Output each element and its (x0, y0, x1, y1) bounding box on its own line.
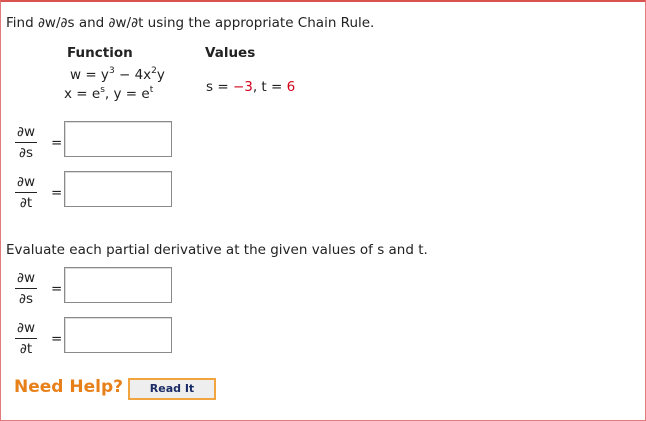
evaluate-instruction: Evaluate each partial derivative at the … (6, 242, 428, 258)
values-header: Values (205, 45, 256, 61)
fraction-dw-dt-1: ∂w ∂t (15, 174, 37, 211)
fraction-dw-ds-1: ∂w ∂s (15, 124, 37, 161)
question-frame (0, 0, 646, 421)
fraction-dw-ds-2: ∂w ∂s (15, 270, 37, 307)
answer-input-dw-dt[interactable] (64, 171, 172, 207)
answer-input-dw-dt-value[interactable] (64, 317, 172, 353)
function-line-xy: x = es, y = et (64, 85, 154, 102)
equals-sign: = (51, 281, 63, 297)
answer-input-dw-ds[interactable] (64, 121, 172, 157)
fraction-dw-dt-2: ∂w ∂t (15, 320, 37, 357)
read-it-button[interactable]: Read It (128, 378, 216, 400)
equals-sign: = (51, 135, 63, 151)
question-text: Find ∂w/∂s and ∂w/∂t using the appropria… (6, 15, 375, 31)
equals-sign: = (51, 331, 63, 347)
answer-input-dw-ds-value[interactable] (64, 267, 172, 303)
equals-sign: = (51, 185, 63, 201)
function-header: Function (67, 45, 133, 61)
given-values: s = −3, t = 6 (206, 79, 296, 95)
function-line-w: w = y3 − 4x2y (70, 66, 165, 83)
need-help-label: Need Help? (14, 377, 123, 397)
